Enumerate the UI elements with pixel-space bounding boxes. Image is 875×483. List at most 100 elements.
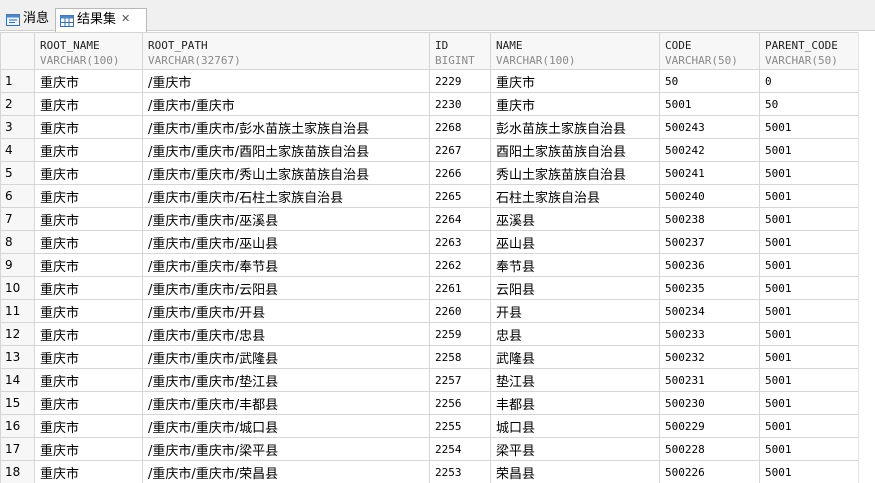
- cell-id[interactable]: 2230: [429, 92, 491, 116]
- cell-root-path[interactable]: /重庆市/重庆市/梁平县: [142, 437, 430, 461]
- cell-code[interactable]: 500231: [659, 368, 760, 392]
- cell-root-path[interactable]: /重庆市/重庆市/忠县: [142, 322, 430, 346]
- column-header-parent-code[interactable]: PARENT_CODE VARCHAR(50): [759, 32, 859, 70]
- table-row[interactable]: 1 重庆市/重庆市 2229 重庆市 50 0: [0, 69, 859, 93]
- cell-id[interactable]: 2254: [429, 437, 491, 461]
- cell-parent-code[interactable]: 5001: [759, 276, 859, 300]
- cell-code[interactable]: 50: [659, 69, 760, 93]
- cell-name[interactable]: 彭水苗族土家族自治县: [490, 115, 660, 139]
- cell-name[interactable]: 重庆市: [490, 69, 660, 93]
- cell-parent-code[interactable]: 5001: [759, 322, 859, 346]
- row-number[interactable]: 11: [0, 299, 35, 323]
- cell-root-name[interactable]: 重庆市: [34, 253, 143, 277]
- row-number[interactable]: 18: [0, 460, 35, 483]
- cell-name[interactable]: 酉阳土家族苗族自治县: [490, 138, 660, 162]
- cell-root-name[interactable]: 重庆市: [34, 276, 143, 300]
- cell-parent-code[interactable]: 5001: [759, 368, 859, 392]
- table-row[interactable]: 8 重庆市/重庆市/重庆市/巫山县 2263 巫山县 500237 5001: [0, 230, 859, 254]
- cell-parent-code[interactable]: 5001: [759, 161, 859, 185]
- cell-root-path[interactable]: /重庆市/重庆市/武隆县: [142, 345, 430, 369]
- cell-root-path[interactable]: /重庆市/重庆市/石柱土家族自治县: [142, 184, 430, 208]
- cell-name[interactable]: 忠县: [490, 322, 660, 346]
- cell-root-name[interactable]: 重庆市: [34, 92, 143, 116]
- row-number[interactable]: 2: [0, 92, 35, 116]
- cell-root-name[interactable]: 重庆市: [34, 207, 143, 231]
- cell-root-path[interactable]: /重庆市/重庆市/巫山县: [142, 230, 430, 254]
- table-row[interactable]: 12 重庆市/重庆市/重庆市/忠县 2259 忠县 500233 5001: [0, 322, 859, 346]
- cell-name[interactable]: 垫江县: [490, 368, 660, 392]
- cell-root-path[interactable]: /重庆市/重庆市/酉阳土家族苗族自治县: [142, 138, 430, 162]
- row-number[interactable]: 4: [0, 138, 35, 162]
- cell-id[interactable]: 2265: [429, 184, 491, 208]
- cell-name[interactable]: 巫山县: [490, 230, 660, 254]
- cell-code[interactable]: 500228: [659, 437, 760, 461]
- cell-id[interactable]: 2260: [429, 299, 491, 323]
- column-header-root-path[interactable]: ROOT_PATH VARCHAR(32767): [142, 32, 430, 70]
- cell-root-path[interactable]: /重庆市: [142, 69, 430, 93]
- table-row[interactable]: 18 重庆市/重庆市/重庆市/荣昌县 2253 荣昌县 500226 5001: [0, 460, 859, 483]
- tab-messages[interactable]: 消息: [2, 8, 55, 31]
- cell-code[interactable]: 500238: [659, 207, 760, 231]
- cell-id[interactable]: 2263: [429, 230, 491, 254]
- cell-root-name[interactable]: 重庆市: [34, 322, 143, 346]
- cell-name[interactable]: 武隆县: [490, 345, 660, 369]
- table-row[interactable]: 16 重庆市/重庆市/重庆市/城口县 2255 城口县 500229 5001: [0, 414, 859, 438]
- table-row[interactable]: 7 重庆市/重庆市/重庆市/巫溪县 2264 巫溪县 500238 5001: [0, 207, 859, 231]
- cell-code[interactable]: 5001: [659, 92, 760, 116]
- table-row[interactable]: 15 重庆市/重庆市/重庆市/丰都县 2256 丰都县 500230 5001: [0, 391, 859, 415]
- cell-root-name[interactable]: 重庆市: [34, 138, 143, 162]
- cell-parent-code[interactable]: 50: [759, 92, 859, 116]
- cell-code[interactable]: 500229: [659, 414, 760, 438]
- table-row[interactable]: 13 重庆市/重庆市/重庆市/武隆县 2258 武隆县 500232 5001: [0, 345, 859, 369]
- cell-root-name[interactable]: 重庆市: [34, 460, 143, 483]
- row-number[interactable]: 7: [0, 207, 35, 231]
- cell-root-name[interactable]: 重庆市: [34, 230, 143, 254]
- cell-name[interactable]: 重庆市: [490, 92, 660, 116]
- cell-parent-code[interactable]: 5001: [759, 115, 859, 139]
- table-row[interactable]: 10 重庆市/重庆市/重庆市/云阳县 2261 云阳县 500235 5001: [0, 276, 859, 300]
- row-number[interactable]: 13: [0, 345, 35, 369]
- cell-root-name[interactable]: 重庆市: [34, 414, 143, 438]
- table-row[interactable]: 14 重庆市/重庆市/重庆市/垫江县 2257 垫江县 500231 5001: [0, 368, 859, 392]
- cell-code[interactable]: 500233: [659, 322, 760, 346]
- cell-root-name[interactable]: 重庆市: [34, 368, 143, 392]
- row-number[interactable]: 8: [0, 230, 35, 254]
- cell-root-name[interactable]: 重庆市: [34, 345, 143, 369]
- table-row[interactable]: 6 重庆市/重庆市/重庆市/石柱土家族自治县 2265 石柱土家族自治县 500240 5…: [0, 184, 859, 208]
- cell-name[interactable]: 城口县: [490, 414, 660, 438]
- cell-root-name[interactable]: 重庆市: [34, 115, 143, 139]
- cell-code[interactable]: 500232: [659, 345, 760, 369]
- cell-parent-code[interactable]: 5001: [759, 437, 859, 461]
- cell-parent-code[interactable]: 5001: [759, 391, 859, 415]
- cell-parent-code[interactable]: 5001: [759, 230, 859, 254]
- row-number[interactable]: 12: [0, 322, 35, 346]
- cell-parent-code[interactable]: 5001: [759, 253, 859, 277]
- table-row[interactable]: 3 重庆市/重庆市/重庆市/彭水苗族土家族自治县 2268 彭水苗族土家族自治县 500…: [0, 115, 859, 139]
- table-row[interactable]: 5 重庆市/重庆市/重庆市/秀山土家族苗族自治县 2266 秀山土家族苗族自治县 500…: [0, 161, 859, 185]
- cell-root-path[interactable]: /重庆市/重庆市/开县: [142, 299, 430, 323]
- cell-name[interactable]: 秀山土家族苗族自治县: [490, 161, 660, 185]
- cell-parent-code[interactable]: 5001: [759, 184, 859, 208]
- cell-parent-code[interactable]: 5001: [759, 460, 859, 483]
- cell-root-path[interactable]: /重庆市/重庆市/丰都县: [142, 391, 430, 415]
- cell-name[interactable]: 荣昌县: [490, 460, 660, 483]
- cell-parent-code[interactable]: 5001: [759, 299, 859, 323]
- cell-root-name[interactable]: 重庆市: [34, 184, 143, 208]
- row-number[interactable]: 15: [0, 391, 35, 415]
- cell-id[interactable]: 2229: [429, 69, 491, 93]
- cell-root-path[interactable]: /重庆市/重庆市/秀山土家族苗族自治县: [142, 161, 430, 185]
- cell-id[interactable]: 2262: [429, 253, 491, 277]
- cell-root-name[interactable]: 重庆市: [34, 69, 143, 93]
- cell-id[interactable]: 2255: [429, 414, 491, 438]
- row-number[interactable]: 6: [0, 184, 35, 208]
- row-number[interactable]: 10: [0, 276, 35, 300]
- row-number[interactable]: 17: [0, 437, 35, 461]
- cell-root-path[interactable]: /重庆市/重庆市/垫江县: [142, 368, 430, 392]
- row-number[interactable]: 14: [0, 368, 35, 392]
- cell-name[interactable]: 巫溪县: [490, 207, 660, 231]
- cell-code[interactable]: 500226: [659, 460, 760, 483]
- table-row[interactable]: 9 重庆市/重庆市/重庆市/奉节县 2262 奉节县 500236 5001: [0, 253, 859, 277]
- cell-parent-code[interactable]: 5001: [759, 207, 859, 231]
- cell-id[interactable]: 2264: [429, 207, 491, 231]
- cell-root-name[interactable]: 重庆市: [34, 299, 143, 323]
